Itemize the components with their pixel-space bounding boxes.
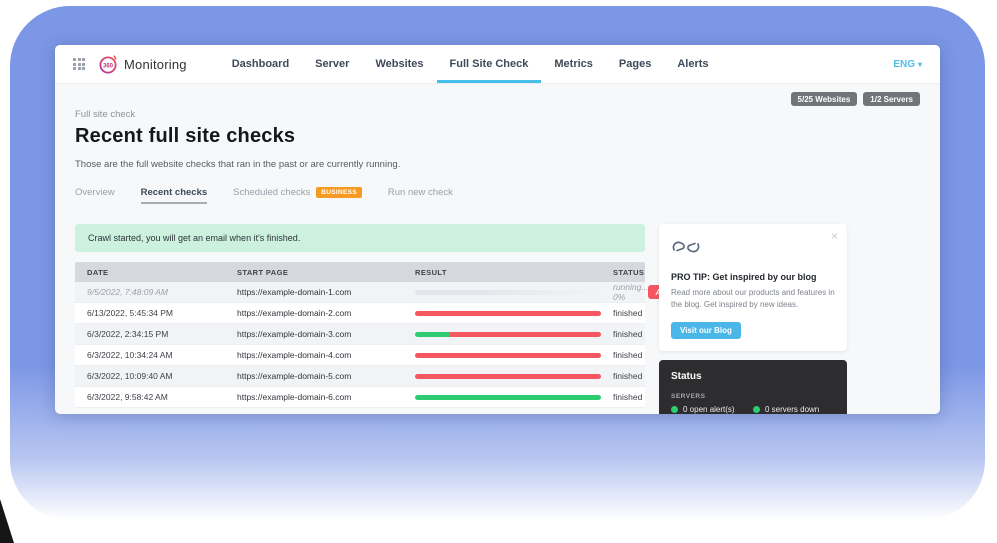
check-status: finished	[613, 329, 642, 339]
tab-run-new-check[interactable]: Run new check	[388, 187, 453, 204]
progress-bar	[415, 395, 601, 400]
check-status: finished	[613, 392, 642, 402]
check-status: finished	[613, 371, 642, 381]
progress-bar	[415, 311, 601, 316]
tab-scheduled-checks[interactable]: Scheduled checks BUSINESS	[233, 187, 362, 204]
top-navbar: 360 Monitoring Dashboard Server Websites…	[55, 45, 940, 84]
status-panel: Status SERVERS 0 open alert(s) 0 servers…	[659, 360, 847, 414]
language-label: ENG	[893, 59, 915, 70]
check-status: finished	[613, 308, 642, 318]
checks-table: DATE START PAGE RESULT STATUS 9/5/2022, …	[75, 262, 645, 408]
check-start-page: https://example-domain-2.com	[237, 308, 415, 318]
pro-tip-body: Read more about our products and feature…	[671, 287, 835, 312]
pro-tip-title: PRO TIP: Get inspired by our blog	[671, 272, 835, 282]
green-status-dot-icon	[671, 406, 678, 413]
language-selector[interactable]: ENG ▾	[893, 45, 922, 83]
apps-grid-icon[interactable]	[73, 58, 85, 70]
chevron-down-icon: ▾	[918, 60, 922, 69]
servers-open-alerts: 0 open alert(s)	[671, 405, 753, 414]
nav-item-server[interactable]: Server	[302, 45, 362, 83]
close-icon[interactable]: ×	[831, 229, 838, 243]
column-header-result: RESULT	[415, 268, 613, 277]
check-date: 6/3/2022, 2:34:15 PM	[87, 329, 237, 339]
check-start-page: https://example-domain-6.com	[237, 392, 415, 402]
check-start-page: https://example-domain-5.com	[237, 371, 415, 381]
nav-item-full-site-check[interactable]: Full Site Check	[437, 45, 542, 83]
brand-logo[interactable]: 360 Monitoring	[97, 45, 187, 83]
servers-section-label: SERVERS	[671, 393, 835, 400]
table-row[interactable]: 6/3/2022, 9:58:42 AM https://example-dom…	[75, 387, 645, 408]
column-header-status: STATUS	[613, 268, 644, 277]
tab-recent-checks[interactable]: Recent checks	[141, 187, 208, 204]
quota-badges: 5/25 Websites 1/2 Servers	[75, 92, 920, 106]
table-row[interactable]: 9/5/2022, 7:48:09 AM https://example-dom…	[75, 282, 645, 303]
table-row[interactable]: 6/13/2022, 5:45:34 PM https://example-do…	[75, 303, 645, 324]
brand-name: Monitoring	[124, 57, 187, 72]
table-row[interactable]: 6/3/2022, 2:34:15 PM https://example-dom…	[75, 324, 645, 345]
servers-down: 0 servers down	[753, 405, 835, 414]
progress-bar	[415, 332, 601, 337]
page-subtitle: Those are the full website checks that r…	[75, 159, 920, 170]
table-row[interactable]: 6/3/2022, 10:09:40 AM https://example-do…	[75, 366, 645, 387]
page-title: Recent full site checks	[75, 125, 920, 148]
check-date: 6/13/2022, 5:45:34 PM	[87, 308, 237, 318]
nav-menu: Dashboard Server Websites Full Site Chec…	[219, 45, 722, 83]
progress-bar	[415, 353, 601, 358]
check-status: running... 0%	[613, 282, 648, 302]
svg-text:360: 360	[103, 63, 114, 69]
nav-item-alerts[interactable]: Alerts	[664, 45, 721, 83]
tab-overview[interactable]: Overview	[75, 187, 115, 204]
green-status-dot-icon	[753, 406, 760, 413]
check-date: 6/3/2022, 9:58:42 AM	[87, 392, 237, 402]
check-start-page: https://example-domain-4.com	[237, 350, 415, 360]
table-header: DATE START PAGE RESULT STATUS	[75, 262, 645, 282]
inspiration-hands-icon	[671, 236, 701, 258]
table-row[interactable]: 6/3/2022, 10:34:24 AM https://example-do…	[75, 345, 645, 366]
servers-quota-badge: 1/2 Servers	[863, 92, 920, 106]
check-date: 6/3/2022, 10:34:24 AM	[87, 350, 237, 360]
corner-wedge-decoration	[0, 499, 14, 543]
progress-bar	[415, 290, 601, 295]
status-panel-title: Status	[671, 371, 835, 382]
nav-item-websites[interactable]: Websites	[362, 45, 436, 83]
check-date: 9/5/2022, 7:48:09 AM	[87, 287, 237, 297]
business-badge: BUSINESS	[316, 187, 362, 198]
column-header-date: DATE	[87, 268, 237, 277]
pro-tip-card: × PRO TIP: Get inspired by our blog Read…	[659, 224, 847, 351]
logo-360-icon: 360	[97, 53, 119, 75]
nav-item-pages[interactable]: Pages	[606, 45, 664, 83]
browser-window: 360 Monitoring Dashboard Server Websites…	[55, 45, 940, 414]
visit-blog-button[interactable]: Visit our Blog	[671, 322, 741, 339]
progress-bar	[415, 374, 601, 379]
tab-bar: Overview Recent checks Scheduled checks …	[75, 187, 920, 204]
check-start-page: https://example-domain-3.com	[237, 329, 415, 339]
breadcrumb: Full site check	[75, 109, 920, 120]
crawl-started-banner: Crawl started, you will get an email whe…	[75, 224, 645, 252]
websites-quota-badge: 5/25 Websites	[791, 92, 858, 106]
check-start-page: https://example-domain-1.com	[237, 287, 415, 297]
nav-item-dashboard[interactable]: Dashboard	[219, 45, 302, 83]
check-date: 6/3/2022, 10:09:40 AM	[87, 371, 237, 381]
nav-item-metrics[interactable]: Metrics	[541, 45, 606, 83]
check-status: finished	[613, 350, 642, 360]
column-header-start-page: START PAGE	[237, 268, 415, 277]
